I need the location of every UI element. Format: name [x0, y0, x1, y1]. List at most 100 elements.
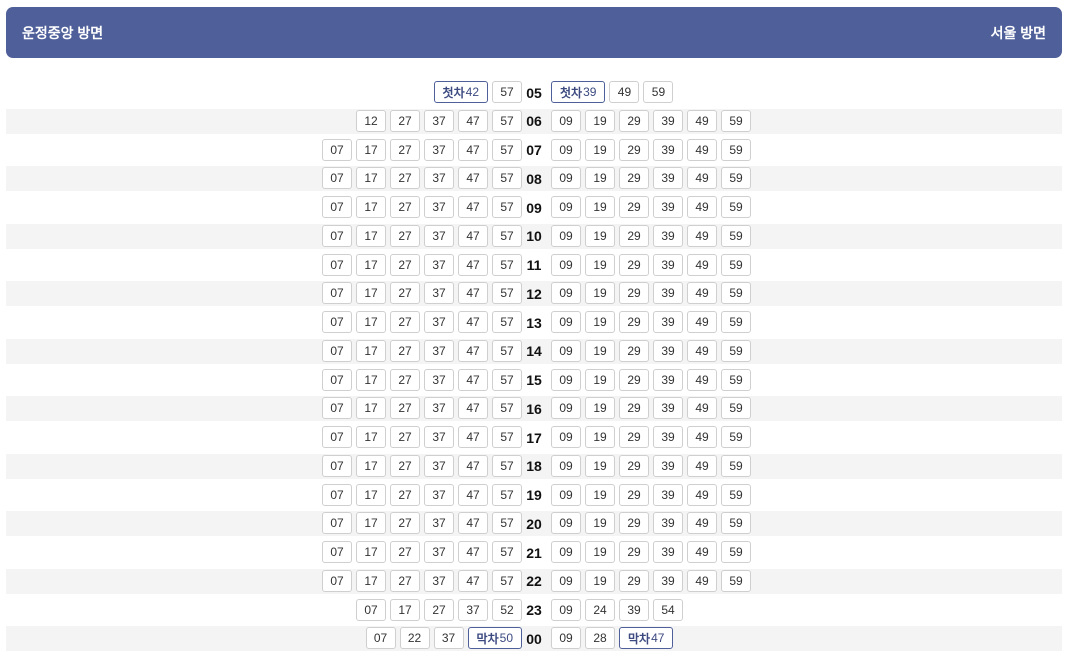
minute-value: 17	[364, 430, 378, 444]
right-time-cell: 19	[585, 541, 615, 563]
right-time-cell: 29	[619, 196, 649, 218]
minute-value: 59	[729, 142, 743, 157]
left-time-cell: 07	[322, 224, 352, 247]
left-times: 07 17 27 37 47 57	[322, 281, 522, 306]
minute-value: 29	[627, 142, 641, 157]
minute-value: 17	[364, 286, 378, 301]
minute-value: 47	[466, 113, 480, 128]
minute-value: 27	[398, 573, 412, 588]
right-time-cell: 09	[551, 196, 581, 218]
right-time-cell: 59	[721, 109, 751, 132]
minute-value: 19	[593, 372, 607, 387]
left-time-cell: 37	[424, 109, 454, 132]
timetable-row: 07 17 27 37 47 57 18 09 19 29 39 49 59	[6, 453, 1062, 479]
left-time-cell: 37	[424, 167, 454, 190]
right-time-cell: 39	[653, 224, 683, 247]
hour-label: 08	[526, 170, 542, 187]
right-time-cell: 59	[721, 311, 751, 333]
right-time-cell: 09	[551, 282, 581, 305]
hour-label: 16	[526, 400, 542, 417]
left-times: 첫차 42 57	[433, 80, 522, 105]
minute-value: 39	[627, 602, 641, 617]
minute-value: 49	[695, 171, 709, 186]
right-time-cell: 49	[687, 138, 717, 161]
minute-value: 47	[466, 228, 480, 243]
left-time-cell: 17	[390, 598, 420, 621]
left-time-cell: 47	[458, 426, 488, 448]
right-time-cell: 59	[721, 541, 751, 563]
right-time-cell: 29	[619, 282, 649, 305]
left-time-cell: 27	[390, 196, 420, 218]
left-times: 07 17 27 37 47 57	[322, 483, 522, 508]
minute-value: 17	[364, 228, 378, 243]
minute-value: 49	[695, 573, 709, 588]
right-time-cell: 39	[653, 339, 683, 362]
right-time-cell: 39	[653, 368, 683, 391]
minute-value: 27	[398, 113, 412, 128]
right-time-cell: 29	[619, 339, 649, 362]
minute-value: 37	[432, 257, 446, 272]
minute-value: 49	[695, 257, 709, 272]
right-special-time-cell: 첫차 39	[551, 81, 606, 103]
minute-value: 07	[330, 401, 344, 416]
timetable-row: 07 17 27 37 47 57 19 09 19 29 39 49 59	[6, 483, 1062, 508]
minute-value: 27	[432, 602, 446, 617]
right-time-cell: 09	[551, 569, 581, 592]
left-times: 12 27 37 47 57	[356, 109, 522, 134]
minute-value: 57	[500, 228, 514, 243]
minute-value: 29	[627, 458, 641, 473]
left-time-cell: 47	[458, 339, 488, 362]
minute-value: 57	[500, 257, 514, 272]
left-time-cell: 37	[424, 454, 454, 477]
hour-label: 22	[526, 573, 542, 590]
minute-value: 47	[651, 631, 665, 646]
minute-value: 12	[364, 113, 378, 128]
minute-value: 49	[617, 85, 632, 99]
minute-value: 49	[695, 458, 709, 473]
left-time-cell: 17	[356, 426, 386, 448]
right-time-cell: 19	[585, 368, 615, 391]
minute-value: 07	[330, 228, 344, 243]
right-time-cell: 09	[551, 397, 581, 420]
right-time-cell: 09	[551, 541, 581, 563]
right-time-cell: 49	[687, 541, 717, 563]
minute-value: 29	[627, 286, 641, 301]
minute-value: 57	[500, 401, 514, 416]
left-time-cell: 07	[322, 397, 352, 420]
left-time-cell: 17	[356, 339, 386, 362]
minute-value: 09	[559, 573, 573, 588]
left-time-cell: 07	[322, 167, 352, 190]
minute-value: 49	[695, 516, 709, 531]
minute-value: 37	[432, 113, 446, 128]
right-time-cell: 29	[619, 483, 649, 506]
left-time-cell: 37	[424, 311, 454, 333]
minute-value: 09	[559, 171, 573, 186]
left-direction-label: 운정중앙 방면	[22, 24, 104, 41]
minute-value: 59	[729, 286, 743, 301]
right-time-cell: 59	[721, 426, 751, 448]
minute-value: 19	[593, 487, 607, 502]
right-time-cell: 09	[551, 167, 581, 190]
left-time-cell: 07	[322, 282, 352, 305]
right-times: 09 19 29 39 49 59	[551, 310, 751, 335]
minute-value: 09	[559, 602, 573, 617]
right-times: 09 19 29 39 49 59	[551, 339, 751, 364]
minute-value: 17	[398, 602, 412, 617]
left-times: 07 17 27 37 47 57	[322, 569, 522, 594]
minute-value: 39	[661, 142, 675, 157]
minute-value: 17	[364, 401, 378, 416]
timetable-row: 07 17 27 37 47 57 20 09 19 29 39 49 59	[6, 511, 1062, 537]
minute-value: 57	[500, 430, 514, 444]
left-special-time-cell: 첫차 42	[433, 81, 488, 103]
right-time-cell: 59	[721, 512, 751, 535]
minute-value: 37	[432, 458, 446, 473]
right-time-cell: 29	[619, 426, 649, 448]
minute-value: 59	[729, 573, 743, 588]
minute-value: 49	[695, 286, 709, 301]
left-time-cell: 17	[356, 282, 386, 305]
left-time-cell: 27	[390, 426, 420, 448]
left-time-cell: 27	[424, 598, 454, 621]
minute-value: 17	[364, 257, 378, 272]
minute-value: 27	[398, 171, 412, 186]
left-time-cell: 07	[322, 339, 352, 362]
